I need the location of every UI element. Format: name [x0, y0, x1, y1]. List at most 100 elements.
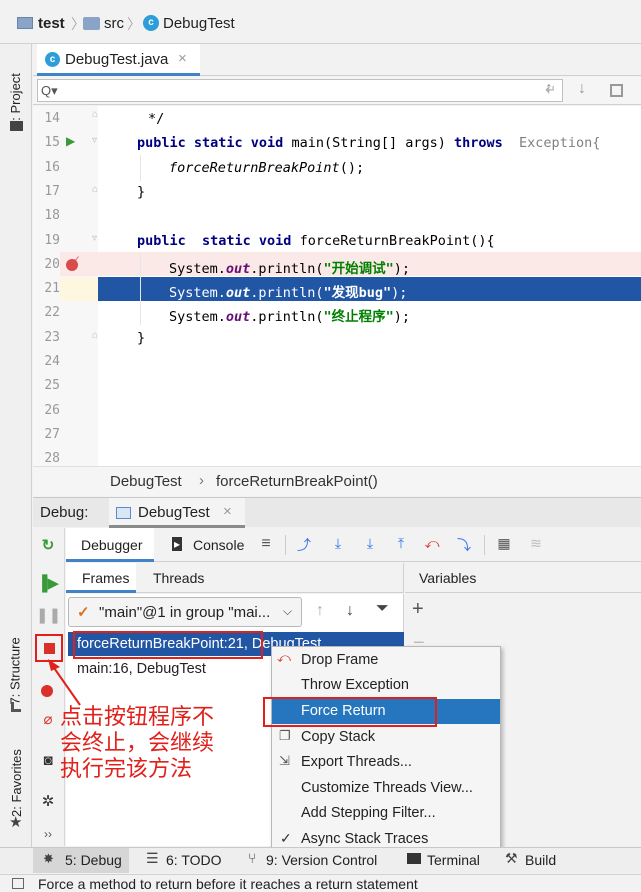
menu-item-export-threads[interactable]: ⇲ Export Threads... — [272, 750, 500, 775]
bottom-tab-label: Terminal — [427, 852, 480, 868]
breadcrumb-method[interactable]: forceReturnBreakPoint() — [216, 473, 378, 490]
filter-icon[interactable]: ⏷ — [376, 600, 389, 618]
code-line-14: */ — [148, 111, 164, 127]
force-return-highlight-box — [263, 697, 437, 727]
close-icon[interactable]: × — [223, 503, 232, 520]
add-watch-icon[interactable]: + — [412, 598, 424, 621]
breakpoint-check-icon: ✓ — [73, 254, 81, 264]
line-number: 27 — [44, 427, 60, 442]
code-line-22: System.out.println("终止程序"); — [169, 305, 410, 325]
favorites-tool-label: 2: Favorites — [9, 749, 24, 817]
bottom-tab-label: 6: TODO — [166, 852, 222, 868]
fold-icon[interactable]: ▿ — [92, 233, 97, 244]
chevron-down-icon: ⌵ — [283, 604, 293, 618]
step-over-icon[interactable]: ⤓ — [329, 535, 347, 552]
tab-frames[interactable]: Frames — [66, 563, 136, 593]
menu-item-customize-threads-view[interactable]: Customize Threads View... — [272, 776, 500, 801]
bottom-tab-terminal[interactable]: Terminal — [407, 848, 493, 873]
println: .println( — [250, 309, 324, 325]
drop-frame-icon[interactable]: ⤺ — [423, 535, 441, 552]
thread-selector[interactable]: ✓ "main"@1 in group "mai... ⌵ — [68, 597, 302, 627]
breadcrumb-project[interactable]: test — [38, 15, 65, 32]
println: .println( — [250, 285, 324, 301]
toggle-tool-windows-icon[interactable] — [12, 878, 24, 889]
breadcrumb-folder[interactable]: src — [104, 15, 124, 32]
search-bar: Q▾ ↵ ↑ ↓ — [33, 77, 641, 105]
string-literal: "发现bug" — [323, 285, 392, 301]
exception-type: Exception{ — [510, 135, 601, 151]
debug-window-header: Debug: DebugTest × — [33, 497, 641, 528]
evaluate-expression-icon[interactable]: ▦ — [495, 535, 513, 552]
structure-icon — [11, 702, 21, 712]
bottom-tab-todo[interactable]: ☰ 6: TODO — [146, 848, 231, 873]
closing-brace: } — [137, 184, 146, 200]
menu-item-add-stepping-filter[interactable]: Add Stepping Filter... — [272, 801, 500, 826]
call-end: ); — [393, 261, 410, 277]
search-input[interactable]: Q▾ ↵ — [37, 79, 563, 102]
menu-item-label: Customize Threads View... — [301, 780, 473, 796]
editor-tab-debugtest[interactable]: c DebugTest.java × — [37, 44, 200, 76]
line-number: 21 — [44, 281, 60, 296]
code-line-20: System.out.println("开始调试"); — [169, 257, 410, 277]
menu-icon[interactable]: ≡ — [257, 535, 275, 553]
previous-frame-icon[interactable]: ↑ — [316, 602, 324, 620]
bottom-tab-version-control[interactable]: ⑂ 9: Version Control — [248, 848, 388, 873]
resume-icon[interactable]: ▐▶ — [36, 572, 60, 596]
list-icon: ☰ — [146, 850, 159, 866]
tab-debugger[interactable]: Debugger — [66, 528, 154, 562]
system: System. — [169, 285, 226, 301]
rerun-icon[interactable]: ↻ — [36, 534, 60, 558]
keyword: public static void — [137, 135, 284, 151]
thread-check-icon: ✓ — [77, 604, 90, 621]
project-tool-label: 1: Project — [8, 73, 23, 128]
fold-icon[interactable]: ⌂ — [92, 184, 98, 195]
settings-icon[interactable]: ✲ — [36, 790, 60, 814]
folder-icon — [10, 121, 23, 131]
run-icon[interactable]: ▶ — [66, 134, 75, 148]
fold-icon[interactable]: ⌂ — [92, 330, 98, 341]
tab-console[interactable]: ▸ Console — [166, 528, 256, 562]
fold-icon[interactable]: ⌂ — [92, 109, 98, 120]
debug-session-tab[interactable]: DebugTest × — [109, 498, 245, 528]
method-signature: forceReturnBreakPoint(){ — [291, 233, 495, 249]
line-number: 16 — [44, 160, 60, 175]
breadcrumb-class[interactable]: DebugTest — [110, 473, 182, 490]
indent-guide — [140, 155, 141, 181]
next-occurrence-icon[interactable]: ↓ — [578, 80, 586, 98]
bottom-tab-label: Build — [525, 852, 557, 868]
camera-icon[interactable]: ◙ — [36, 749, 60, 773]
structure-tool-button[interactable]: 7: Structure — [6, 620, 26, 715]
frame-highlight-box — [73, 631, 263, 659]
pause-icon[interactable]: ❚❚ — [36, 604, 61, 628]
tab-threads[interactable]: Threads — [153, 570, 204, 586]
code-line-17: } — [137, 184, 145, 200]
editor-breadcrumb: DebugTest › forceReturnBreakPoint() — [33, 466, 641, 496]
println: .println( — [250, 261, 324, 277]
bottom-tab-debug[interactable]: ✸ 5: Debug — [33, 848, 129, 873]
run-to-cursor-icon[interactable]: ⤵ — [455, 535, 473, 555]
bottom-tab-build[interactable]: ⚒ Build — [505, 848, 575, 873]
favorites-tool-button[interactable]: 2: Favorites ★ — [6, 735, 26, 835]
show-execution-point-icon[interactable]: ⤴ — [295, 535, 313, 555]
menu-item-throw-exception[interactable]: Throw Exception — [272, 673, 500, 698]
annotation-line: 执行完该方法 — [60, 757, 193, 782]
menu-item-copy-stack[interactable]: ❐ Copy Stack — [272, 725, 500, 750]
filter-results-icon[interactable] — [610, 84, 623, 97]
call-end: ); — [393, 309, 410, 325]
hammer-icon: ⚒ — [505, 850, 518, 866]
previous-occurrence-icon[interactable]: ↑ — [545, 80, 553, 98]
tab-variables[interactable]: Variables — [419, 570, 476, 586]
string-literal: "终止程序" — [323, 309, 394, 325]
next-frame-icon[interactable]: ↓ — [346, 602, 354, 620]
step-out-icon[interactable]: ⤒ — [392, 535, 410, 552]
close-icon[interactable]: × — [178, 50, 187, 67]
project-tool-button[interactable]: 1: Project — [6, 55, 26, 131]
trace-icon[interactable]: ≋ — [527, 535, 545, 552]
menu-item-drop-frame[interactable]: Drop Frame — [272, 648, 500, 673]
star-icon: ★ — [9, 814, 23, 831]
breadcrumb-file[interactable]: DebugTest — [163, 15, 235, 32]
annotation-line: 会终止，会继续 — [60, 731, 215, 756]
copy-icon: ❐ — [279, 728, 291, 743]
more-icon[interactable]: ›› — [36, 822, 60, 846]
fold-icon[interactable]: ▿ — [92, 135, 97, 146]
